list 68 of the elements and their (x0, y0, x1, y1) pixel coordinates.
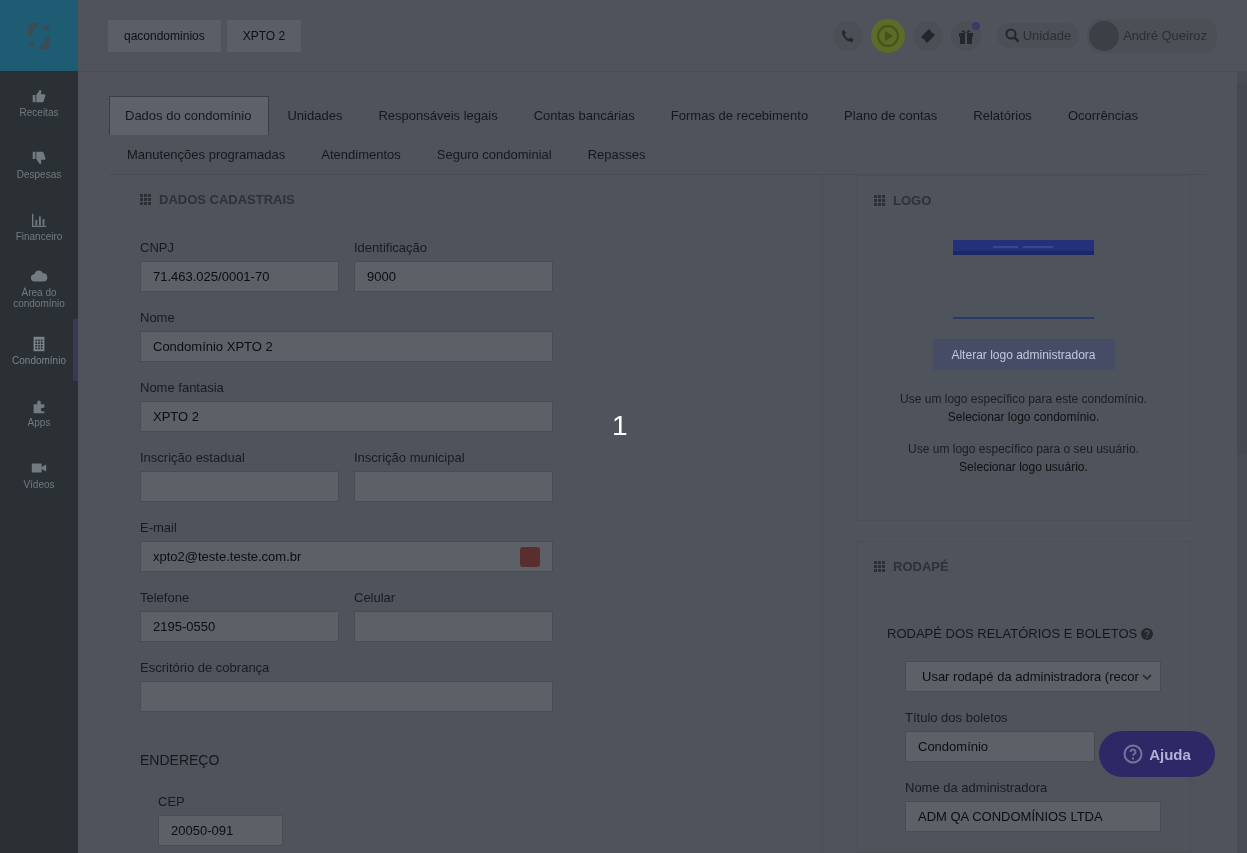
select-logo-link[interactable]: Selecionar logo condomínio. (947, 410, 1100, 424)
ticket-button[interactable] (912, 20, 943, 51)
field-label: Identificação (354, 240, 428, 255)
tab[interactable]: Contas bancárias (515, 96, 653, 135)
field-label: Celular (354, 590, 397, 605)
input-field[interactable]: Condomínio (905, 731, 1095, 762)
input-field[interactable]: XPTO 2 (140, 401, 553, 432)
field-label: CEP (158, 794, 186, 809)
breadcrumb[interactable]: qacondominios (108, 19, 221, 52)
input-field[interactable]: 71.463.025/0001-70 (140, 261, 339, 292)
hint-text: Use um logo específico para o seu usuário. (908, 442, 1139, 456)
field-label: Inscrição municipal (354, 450, 466, 465)
tab[interactable]: Relatórios (955, 96, 1050, 135)
tab[interactable]: Formas de recebimento (652, 96, 827, 135)
tab[interactable]: Unidades (269, 96, 361, 135)
sidebar-item[interactable]: Condomínio (0, 319, 78, 381)
action-icon[interactable] (520, 546, 540, 567)
breadcrumb[interactable]: XPTO 2 (226, 19, 302, 52)
tab[interactable]: Dados do condomínio (109, 96, 270, 135)
field-label: Nome (140, 310, 176, 325)
input-field[interactable]: ADM QA CONDOMÍNIOS LTDA (905, 801, 1161, 832)
input-field[interactable]: 20050-091 (158, 815, 283, 846)
sidebar-item[interactable]: Receitas (0, 71, 78, 133)
footer-select[interactable]: Usar rodapé da administradora (recor (905, 661, 1161, 692)
sidebar-item[interactable]: Apps (0, 381, 78, 443)
select-logo-link[interactable]: Selecionar logo usuário. (959, 460, 1088, 474)
phone-icon (840, 28, 855, 43)
search-icon (1004, 28, 1020, 43)
change-logo-button[interactable]: Alterar logo administradora (932, 339, 1115, 370)
field-label: E-mail (140, 520, 178, 535)
tab[interactable]: Manutenções programadas (109, 135, 304, 174)
tab[interactable]: Atendimentos (303, 135, 419, 174)
field-label: Escritório de cobrança (140, 660, 271, 675)
hint-text: Use um logo específico para este condomínio. (900, 392, 1147, 406)
phone-button[interactable] (832, 20, 863, 51)
input-field[interactable]: 9000 (354, 261, 553, 292)
sidebar-item[interactable]: Financeiro (0, 195, 78, 257)
subsection-title: RODAPÉ DOS RELATÓRIOS E BOLETOS (887, 626, 1138, 641)
field-label: Título dos boletos (905, 710, 1009, 725)
play-icon (876, 24, 899, 47)
tab[interactable]: Seguro condominial (418, 135, 570, 174)
field-label: Telefone (140, 590, 191, 605)
grid-icon (874, 194, 886, 207)
field-label: Nome fantasia (140, 380, 225, 395)
sidebar-item[interactable]: Área do condomínio (0, 257, 78, 319)
tab[interactable]: Plano de contas (826, 96, 956, 135)
sidebar-item[interactable]: Despesas (0, 133, 78, 195)
section-title: ENDEREÇO (140, 752, 221, 768)
help-icon[interactable] (1141, 627, 1154, 640)
tab[interactable]: Repasses (569, 135, 664, 174)
help-icon (1123, 744, 1144, 764)
email-field[interactable]: xpto2@teste.teste.com.br (140, 541, 553, 572)
grid-icon (140, 193, 152, 206)
grid-icon (874, 560, 886, 573)
input-field[interactable]: Condomínio XPTO 2 (140, 331, 553, 362)
gift-button[interactable] (950, 20, 981, 51)
step-number: 1 (612, 410, 628, 442)
help-button[interactable]: Ajuda (1099, 731, 1215, 777)
tab[interactable]: Responsáveis legais (360, 96, 516, 135)
input-field[interactable]: 2195-0550 (140, 611, 339, 642)
field-label: CNPJ (140, 240, 175, 255)
play-button[interactable] (870, 18, 905, 53)
field-label: Nome da administradora (905, 780, 1049, 795)
chevron-down-icon (1142, 671, 1152, 682)
sidebar-item[interactable]: Vídeos (0, 443, 78, 505)
tab[interactable]: Ocorrências (1049, 96, 1156, 135)
app-logo[interactable] (0, 0, 78, 71)
field-label: Inscrição estadual (140, 450, 246, 465)
